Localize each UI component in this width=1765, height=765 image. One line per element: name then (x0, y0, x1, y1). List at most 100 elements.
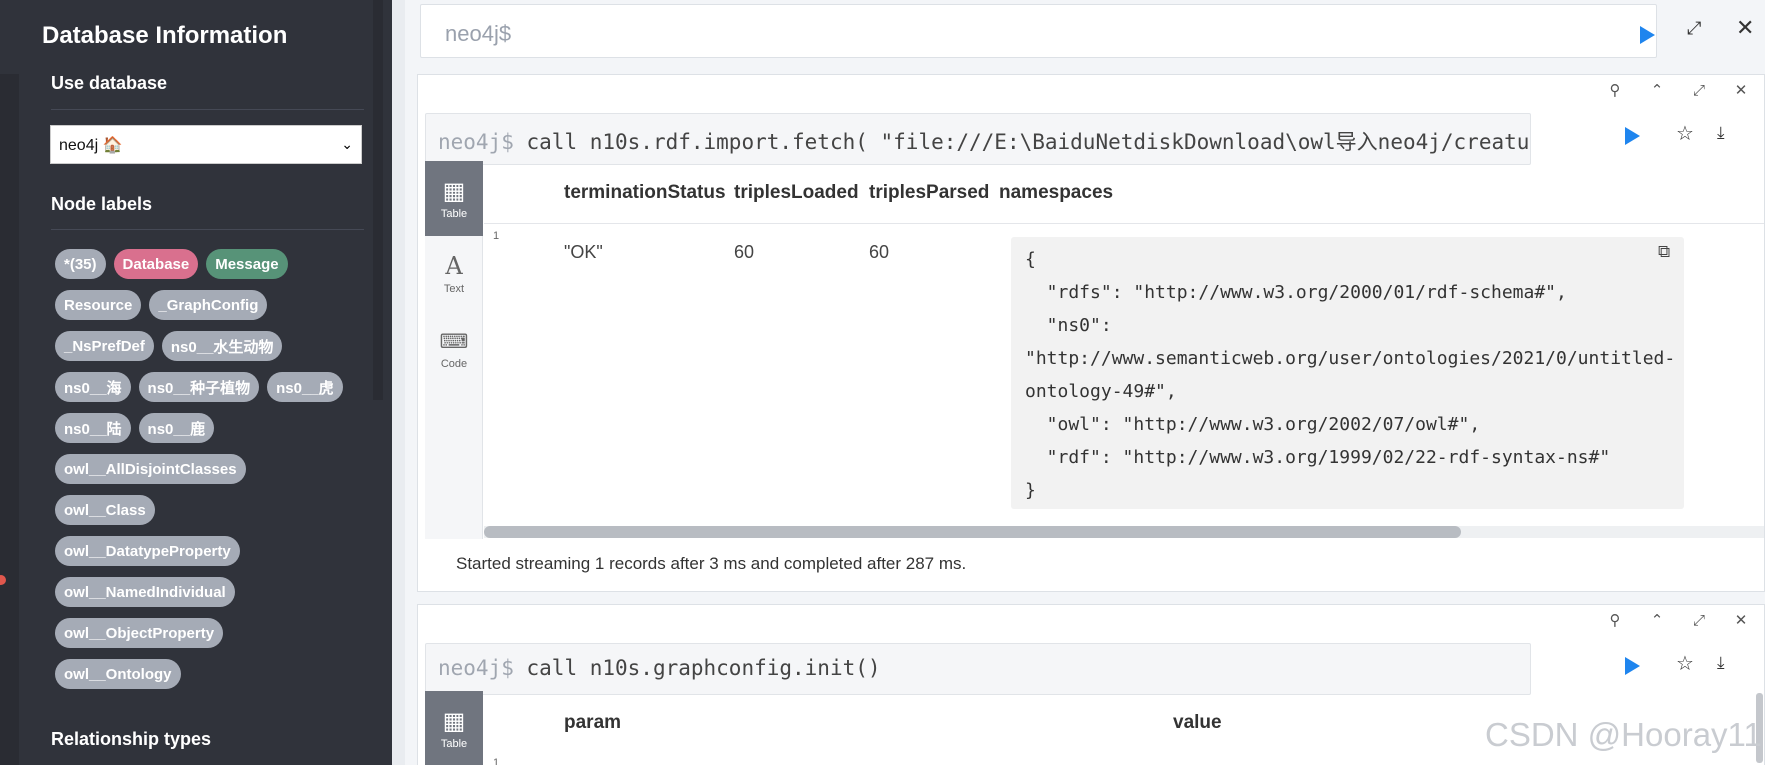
node-label-row: owl__NamedIndividual (55, 577, 375, 607)
frame-command[interactable]: neo4j$ call n10s.rdf.import.fetch( "file… (425, 113, 1531, 165)
node-label-row: owl__Class (55, 495, 375, 525)
namespaces-json: { "rdfs": "http://www.w3.org/2000/01/rdf… (1011, 237, 1684, 509)
column-header: param (564, 712, 622, 733)
node-label-pill[interactable]: *(35) (55, 249, 106, 279)
tab-code[interactable]: ⌨ Code (425, 311, 483, 386)
watermark: CSDN @Hooray11 (1485, 716, 1762, 753)
node-label-pill[interactable]: ns0__水生动物 (161, 331, 283, 361)
node-label-pill[interactable]: _GraphConfig (149, 290, 268, 320)
row-number: 1 (493, 757, 500, 765)
cell-termination-status: "OK" (564, 242, 603, 262)
node-label-pill[interactable]: Database (113, 249, 199, 279)
header-divider (484, 223, 1764, 224)
node-label-row: *(35) Database Message (55, 249, 375, 279)
close-icon[interactable]: ✕ (1732, 611, 1750, 629)
column-header: triplesLoaded (734, 182, 859, 203)
node-label-row: _NsPrefDef ns0__水生动物 (55, 331, 375, 361)
node-label-pill[interactable]: owl__Class (55, 495, 155, 525)
row-number: 1 (493, 230, 500, 242)
close-icon[interactable]: ✕ (1736, 16, 1754, 41)
star-icon[interactable]: ☆ (1676, 121, 1694, 145)
run-icon[interactable] (1625, 657, 1640, 675)
result-frame-1: ⚲ ⌃ ⤢ ✕ neo4j$ call n10s.rdf.import.fetc… (417, 74, 1765, 592)
relationship-types-title: Relationship types (51, 729, 212, 749)
close-icon[interactable]: ✕ (1732, 81, 1750, 99)
far-left-nav (0, 0, 19, 765)
collapse-icon[interactable]: ⌃ (1648, 81, 1666, 99)
node-label-pill[interactable]: ns0__陆 (55, 413, 131, 443)
node-label-row: owl__Ontology (55, 659, 375, 689)
nav-top (0, 0, 19, 74)
command-prompt: neo4j$ (438, 130, 514, 154)
node-label-pill[interactable]: ns0__鹿 (138, 413, 215, 443)
node-label-row: ns0__陆 ns0__鹿 (55, 413, 375, 443)
editor-prompt: neo4j$ (445, 21, 512, 46)
pin-icon[interactable]: ⚲ (1606, 81, 1624, 99)
database-select[interactable]: neo4j 🏠 ⌄ (50, 125, 362, 164)
query-editor[interactable]: neo4j$ (420, 4, 1657, 58)
sidebar-scrollbar[interactable] (373, 0, 383, 400)
cell-triples-parsed: 60 (869, 242, 890, 262)
tab-table[interactable]: ▦ Table (425, 691, 483, 765)
text-icon: A (445, 252, 463, 280)
frame-controls: ⚲ ⌃ ⤢ ✕ (1606, 611, 1750, 629)
node-label-pill[interactable]: ns0__海 (55, 372, 131, 402)
command-prompt: neo4j$ (438, 656, 514, 680)
command-text: call n10s.rdf.import.fetch( "file:///E:\… (526, 130, 1531, 154)
node-label-pill[interactable]: owl__AllDisjointClasses (55, 454, 246, 484)
database-info-sidebar: Database Information Use database neo4j … (19, 0, 392, 765)
node-labels-list: *(35) Database Message Resource _GraphConfig… (55, 249, 375, 700)
node-label-pill[interactable]: ns0__虎 (267, 372, 343, 402)
node-label-row: owl__DatatypeProperty (55, 536, 375, 566)
status-message: Started streaming 1 records after 3 ms a… (456, 554, 967, 573)
download-icon[interactable]: ⤓ (1717, 653, 1725, 673)
node-label-pill[interactable]: owl__NamedIndividual (55, 577, 235, 607)
fullscreen-icon[interactable]: ⤢ (1690, 611, 1708, 629)
gutter (392, 0, 405, 765)
collapse-icon[interactable]: ⌃ (1648, 611, 1666, 629)
column-header: terminationStatus (564, 182, 726, 203)
view-tabs: ▦ Table A Text ⌨ Code (425, 161, 483, 539)
node-label-pill[interactable]: _NsPrefDef (55, 331, 154, 361)
node-label-row: owl__AllDisjointClasses (55, 454, 375, 484)
node-label-row: ns0__海 ns0__种子植物 ns0__虎 (55, 372, 375, 402)
node-label-pill[interactable]: Message (206, 249, 288, 279)
tab-text[interactable]: A Text (425, 236, 483, 311)
node-label-row: Resource _GraphConfig (55, 290, 375, 320)
node-labels-title: Node labels (51, 194, 153, 214)
command-text: call n10s.graphconfig.init() (526, 656, 881, 680)
node-label-pill[interactable]: owl__DatatypeProperty (55, 536, 240, 566)
frame-controls: ⚲ ⌃ ⤢ ✕ (1606, 81, 1750, 99)
sidebar-title: Database Information (42, 22, 288, 49)
use-database-title: Use database (51, 73, 168, 93)
column-header: namespaces (999, 182, 1114, 203)
divider (51, 109, 364, 110)
divider (51, 229, 364, 230)
tab-table[interactable]: ▦ Table (425, 161, 483, 236)
node-label-pill[interactable]: owl__ObjectProperty (55, 618, 224, 648)
run-icon[interactable] (1640, 26, 1655, 44)
node-label-pill[interactable]: owl__Ontology (55, 659, 181, 689)
table-icon: ▦ (442, 707, 466, 735)
frame-command[interactable]: neo4j$ call n10s.graphconfig.init() (425, 643, 1531, 695)
fullscreen-icon[interactable]: ⤢ (1690, 81, 1708, 99)
node-label-row: owl__ObjectProperty (55, 618, 375, 648)
download-icon[interactable]: ⤓ (1717, 123, 1725, 143)
copy-icon[interactable]: ⧉ (1658, 242, 1670, 262)
code-icon: ⌨ (439, 329, 469, 353)
main-stream: neo4j$ ⤢ ✕ ⚲ ⌃ ⤢ ✕ neo4j$ call n10s.rdf.… (405, 0, 1765, 765)
chevron-down-icon: ⌄ (341, 136, 353, 152)
database-select-value: neo4j 🏠 (59, 136, 123, 154)
node-label-pill[interactable]: ns0__种子植物 (138, 372, 260, 402)
table-icon: ▦ (442, 177, 466, 205)
scrollbar-thumb[interactable] (484, 526, 1461, 538)
node-label-pill[interactable]: Resource (55, 290, 142, 320)
column-header: value (1173, 712, 1222, 733)
view-tabs: ▦ Table (425, 691, 483, 765)
expand-icon[interactable]: ⤢ (1687, 18, 1701, 39)
run-icon[interactable] (1625, 127, 1640, 145)
cell-triples-loaded: 60 (734, 242, 755, 262)
star-icon[interactable]: ☆ (1676, 651, 1694, 675)
pin-icon[interactable]: ⚲ (1606, 611, 1624, 629)
column-header: triplesParsed (869, 182, 990, 203)
